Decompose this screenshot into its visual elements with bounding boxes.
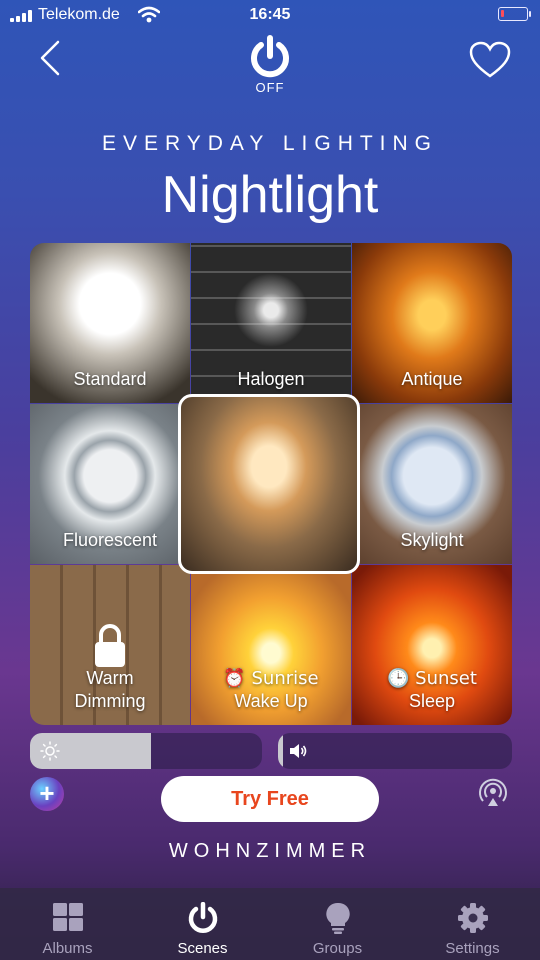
alarm-clock-label: ⏰ Sunrise [223,668,319,689]
status-bar: Telekom.de 16:45 [0,0,540,34]
battery-icon [498,7,531,21]
speaker-icon [290,744,307,758]
scene-grid: Standard Halogen Antique Fluorescent Sky… [30,243,512,725]
scene-tile-label: Fluorescent [62,530,158,550]
power-toggle-icon[interactable] [246,34,294,82]
clock-label: 🕒 Sunset [387,668,477,689]
volume-slider[interactable] [278,733,512,769]
status-time: 16:45 [249,6,291,23]
scene-tile-label: Antique [401,369,463,389]
favorite-heart-icon[interactable] [468,40,512,80]
scene-tile-sunset-sleep[interactable]: 🕒 Sunset Sleep [352,565,512,725]
volume-slider-fill [278,733,283,769]
tab-label: Groups [312,940,363,957]
scene-tile-nightlight-selected[interactable] [178,394,360,574]
scene-tile-halogen[interactable]: Halogen [191,243,351,403]
tab-scenes[interactable]: Scenes [135,888,270,960]
scene-tile-label: 🕒 Sunset Sleep [352,667,512,713]
tab-label: Scenes [177,940,228,957]
scene-tile-fluorescent[interactable]: Fluorescent [30,404,190,564]
tab-bar: Albums Scenes Groups Settings [0,888,540,960]
broadcast-icon[interactable] [478,778,508,808]
brightness-slider[interactable] [30,733,262,769]
bulb-icon [325,902,350,934]
tab-settings[interactable]: Settings [405,888,540,960]
scene-tile-label: Skylight [400,530,464,550]
scene-tile-label: ⏰ Sunrise Wake Up [191,667,351,713]
scene-tile-sunrise-wake-up[interactable]: ⏰ Sunrise Wake Up [191,565,351,725]
back-chevron-icon[interactable] [36,38,66,78]
albums-icon [52,903,83,931]
try-free-button[interactable]: Try Free [161,776,379,822]
gear-icon [457,903,488,933]
scene-tile-standard[interactable]: Standard [30,243,190,403]
scene-tile-antique[interactable]: Antique [352,243,512,403]
scene-tile-label: Warm Dimming [74,668,146,711]
tab-label: Albums [42,940,93,957]
scene-title: Nightlight [161,166,379,224]
tab-groups[interactable]: Groups [270,888,405,960]
scene-tile-warm-dimming[interactable]: Warm Dimming [30,565,190,725]
power-state-label: OFF [255,80,285,95]
add-scene-button[interactable]: + [30,777,64,811]
tab-label: Settings [445,940,500,957]
scene-category: EVERYDAY LIGHTING [101,132,439,155]
plus-icon: + [39,778,55,808]
power-icon [188,902,217,933]
room-name: WOHNZIMMER [168,840,372,862]
brightness-icon [40,741,60,761]
tab-albums[interactable]: Albums [0,888,135,960]
scene-tile-label: Halogen [237,369,305,389]
scene-tile-skylight[interactable]: Skylight [352,404,512,564]
lock-icon [95,624,125,667]
scene-tile-label: Standard [73,369,147,389]
